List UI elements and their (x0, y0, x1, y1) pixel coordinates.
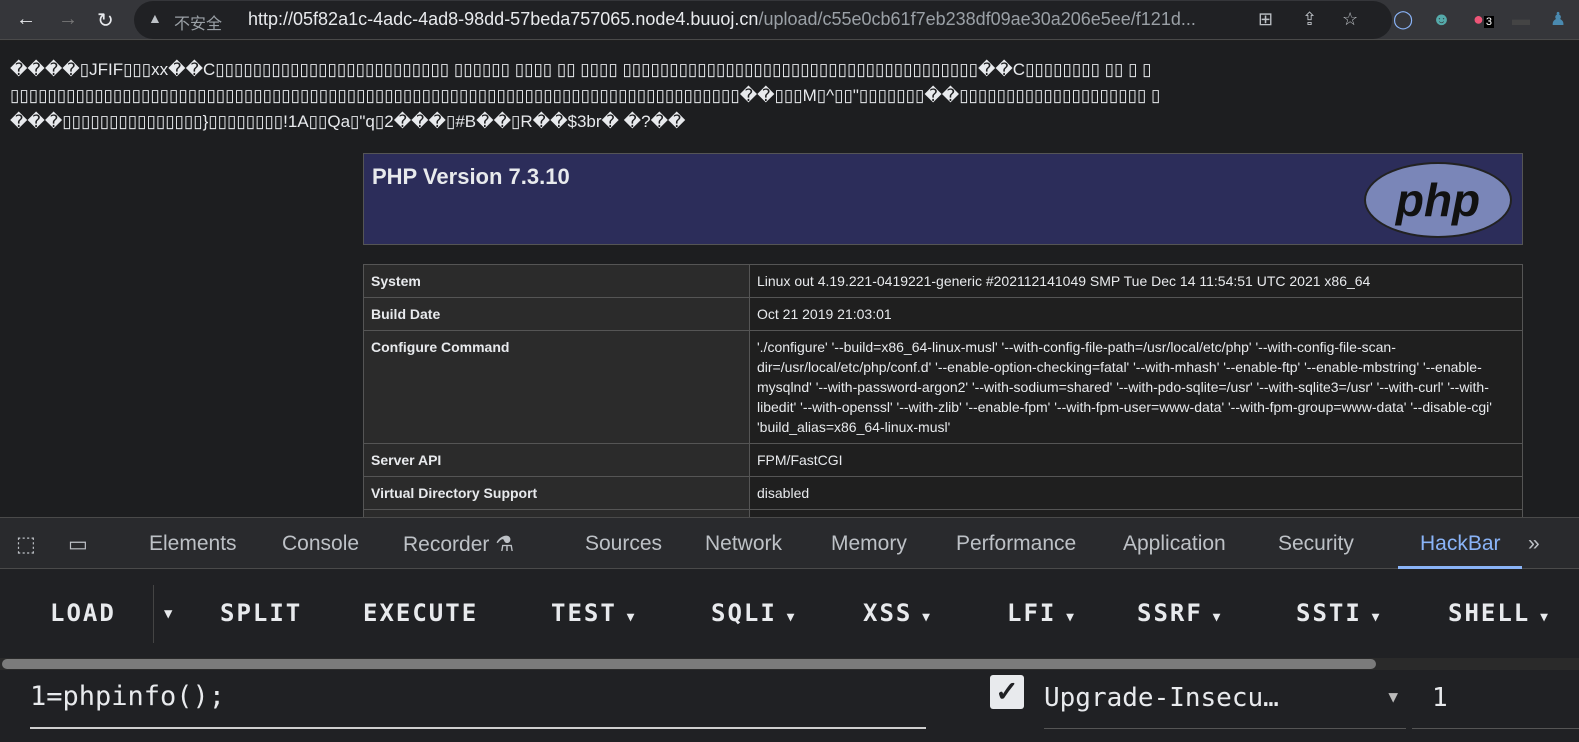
post-body-input[interactable]: 1=phpinfo(); (30, 673, 926, 729)
shell-menu[interactable]: SHELL ▼ (1448, 599, 1550, 627)
load-dropdown-icon[interactable]: ▼ (164, 606, 174, 622)
row-key: Server API (363, 443, 750, 477)
tab-elements[interactable]: Elements (149, 532, 237, 556)
phpinfo-table: System Linux out 4.19.221-0419221-generic… (363, 264, 1523, 517)
row-value: disabled (749, 476, 1523, 510)
horizontal-scrollbar[interactable] (0, 658, 1579, 670)
tab-console[interactable]: Console (282, 532, 359, 556)
translate-icon[interactable]: ⊞ (1258, 9, 1273, 30)
share-icon[interactable]: ⇪ (1302, 9, 1317, 30)
insecure-label: 不安全 (174, 16, 223, 33)
hackbar-panel: LOAD ▼ SPLIT EXECUTE TEST ▼ SQLI ▼ XSS ▼… (0, 569, 1579, 742)
split-button[interactable]: SPLIT (220, 599, 302, 627)
device-toolbar-icon[interactable]: ▭ (68, 532, 88, 557)
xss-menu[interactable]: XSS ▼ (863, 599, 932, 627)
bookmark-star-icon[interactable]: ☆ (1342, 9, 1358, 30)
reload-icon[interactable]: ↻ (97, 8, 114, 33)
php-version-title: PHP Version 7.3.10 (372, 164, 570, 189)
execute-button[interactable]: EXECUTE (363, 599, 478, 627)
row-key: Configuration File (php.ini) Path (363, 509, 750, 517)
extension-dots-icon[interactable]: ● 3 (1473, 9, 1494, 30)
row-value: Linux out 4.19.221-0419221-generic #2021… (749, 264, 1523, 298)
php-header: PHP Version 7.3.10 php (363, 153, 1523, 245)
row-key: System (363, 264, 750, 298)
header-enabled-checkbox[interactable]: ✓ (990, 675, 1024, 709)
table-row: Configuration File (php.ini) Path/usr/lo… (363, 509, 1523, 517)
extension-badge: 3 (1483, 16, 1494, 28)
test-menu[interactable]: TEST ▼ (551, 599, 636, 627)
more-tabs-icon[interactable]: » (1528, 532, 1540, 556)
table-row: Virtual Directory Support disabled (363, 476, 1523, 510)
extension-hat-icon[interactable]: ▬ (1512, 9, 1530, 30)
row-key: Virtual Directory Support (363, 476, 750, 510)
extension-hacker-icon[interactable]: ☻ (1432, 9, 1451, 30)
ssrf-menu[interactable]: SSRF ▼ (1137, 599, 1222, 627)
tab-sources[interactable]: Sources (585, 532, 662, 556)
address-bar[interactable]: ▲ 不安全 http://05f82a1c-4adc-4ad8-98dd-57b… (134, 1, 1392, 39)
row-key: Build Date (363, 297, 750, 331)
php-logo: php (1364, 162, 1512, 238)
ssti-menu[interactable]: SSTI ▼ (1296, 599, 1381, 627)
extension-agent-icon[interactable]: ♟ (1550, 9, 1566, 30)
tab-application[interactable]: Application (1123, 532, 1226, 556)
warning-icon: ▲ (148, 10, 162, 26)
sqli-menu[interactable]: SQLI ▼ (711, 599, 796, 627)
extension-ring-icon[interactable]: ◯ (1393, 9, 1413, 30)
tab-hackbar[interactable]: HackBar (1420, 532, 1501, 556)
binary-garbage-text: ����▯JFIF▯▯▯xx��C▯▯▯▯▯▯▯▯▯▯▯▯▯▯▯▯▯▯▯▯▯▯▯… (10, 60, 1161, 131)
table-row: System Linux out 4.19.221-0419221-generic… (363, 264, 1523, 298)
row-value: /usr/local/etc/php (749, 509, 1523, 517)
back-icon[interactable]: ← (16, 8, 36, 31)
row-value: Oct 21 2019 21:03:01 (749, 297, 1523, 331)
tab-performance[interactable]: Performance (956, 532, 1076, 556)
load-button[interactable]: LOAD (50, 599, 116, 627)
row-value: './configure' '--build=x86_64-linux-musl… (749, 330, 1523, 444)
tab-recorder[interactable]: Recorder ⚗ (403, 532, 514, 557)
tab-memory[interactable]: Memory (831, 532, 907, 556)
dropdown-arrow-icon: ▼ (1388, 687, 1398, 706)
url-host: http://05f82a1c-4adc-4ad8-98dd-57beda757… (248, 9, 759, 29)
row-value: FPM/FastCGI (749, 443, 1523, 477)
header-name-select[interactable]: Upgrade-Insecu… ▼ (1044, 673, 1406, 729)
row-key: Configure Command (363, 330, 750, 444)
tab-network[interactable]: Network (705, 532, 782, 556)
scrollbar-thumb[interactable] (2, 659, 1376, 669)
inspect-element-icon[interactable]: ⬚ (16, 532, 36, 557)
url-path: /upload/c55e0cb61f7eb238df09ae30a206e5ee… (758, 9, 1196, 29)
browser-toolbar: ← → ↻ ▲ 不安全 http://05f82a1c-4adc-4ad8-98… (0, 0, 1579, 40)
page-content: ����▯JFIF▯▯▯xx��C▯▯▯▯▯▯▯▯▯▯▯▯▯▯▯▯▯▯▯▯▯▯▯… (0, 41, 1579, 517)
url[interactable]: http://05f82a1c-4adc-4ad8-98dd-57beda757… (248, 9, 1196, 30)
tab-security[interactable]: Security (1278, 532, 1354, 556)
forward-icon[interactable]: → (58, 8, 78, 31)
header-value-input[interactable]: 1 (1412, 673, 1579, 729)
table-row: Build Date Oct 21 2019 21:03:01 (363, 297, 1523, 331)
table-row: Server API FPM/FastCGI (363, 443, 1523, 477)
table-row: Configure Command './configure' '--build=… (363, 330, 1523, 444)
flask-icon: ⚗ (495, 533, 515, 556)
devtools-tabbar: ⬚ ▭ Elements Console Recorder ⚗ Sources … (0, 517, 1579, 569)
lfi-menu[interactable]: LFI ▼ (1007, 599, 1076, 627)
